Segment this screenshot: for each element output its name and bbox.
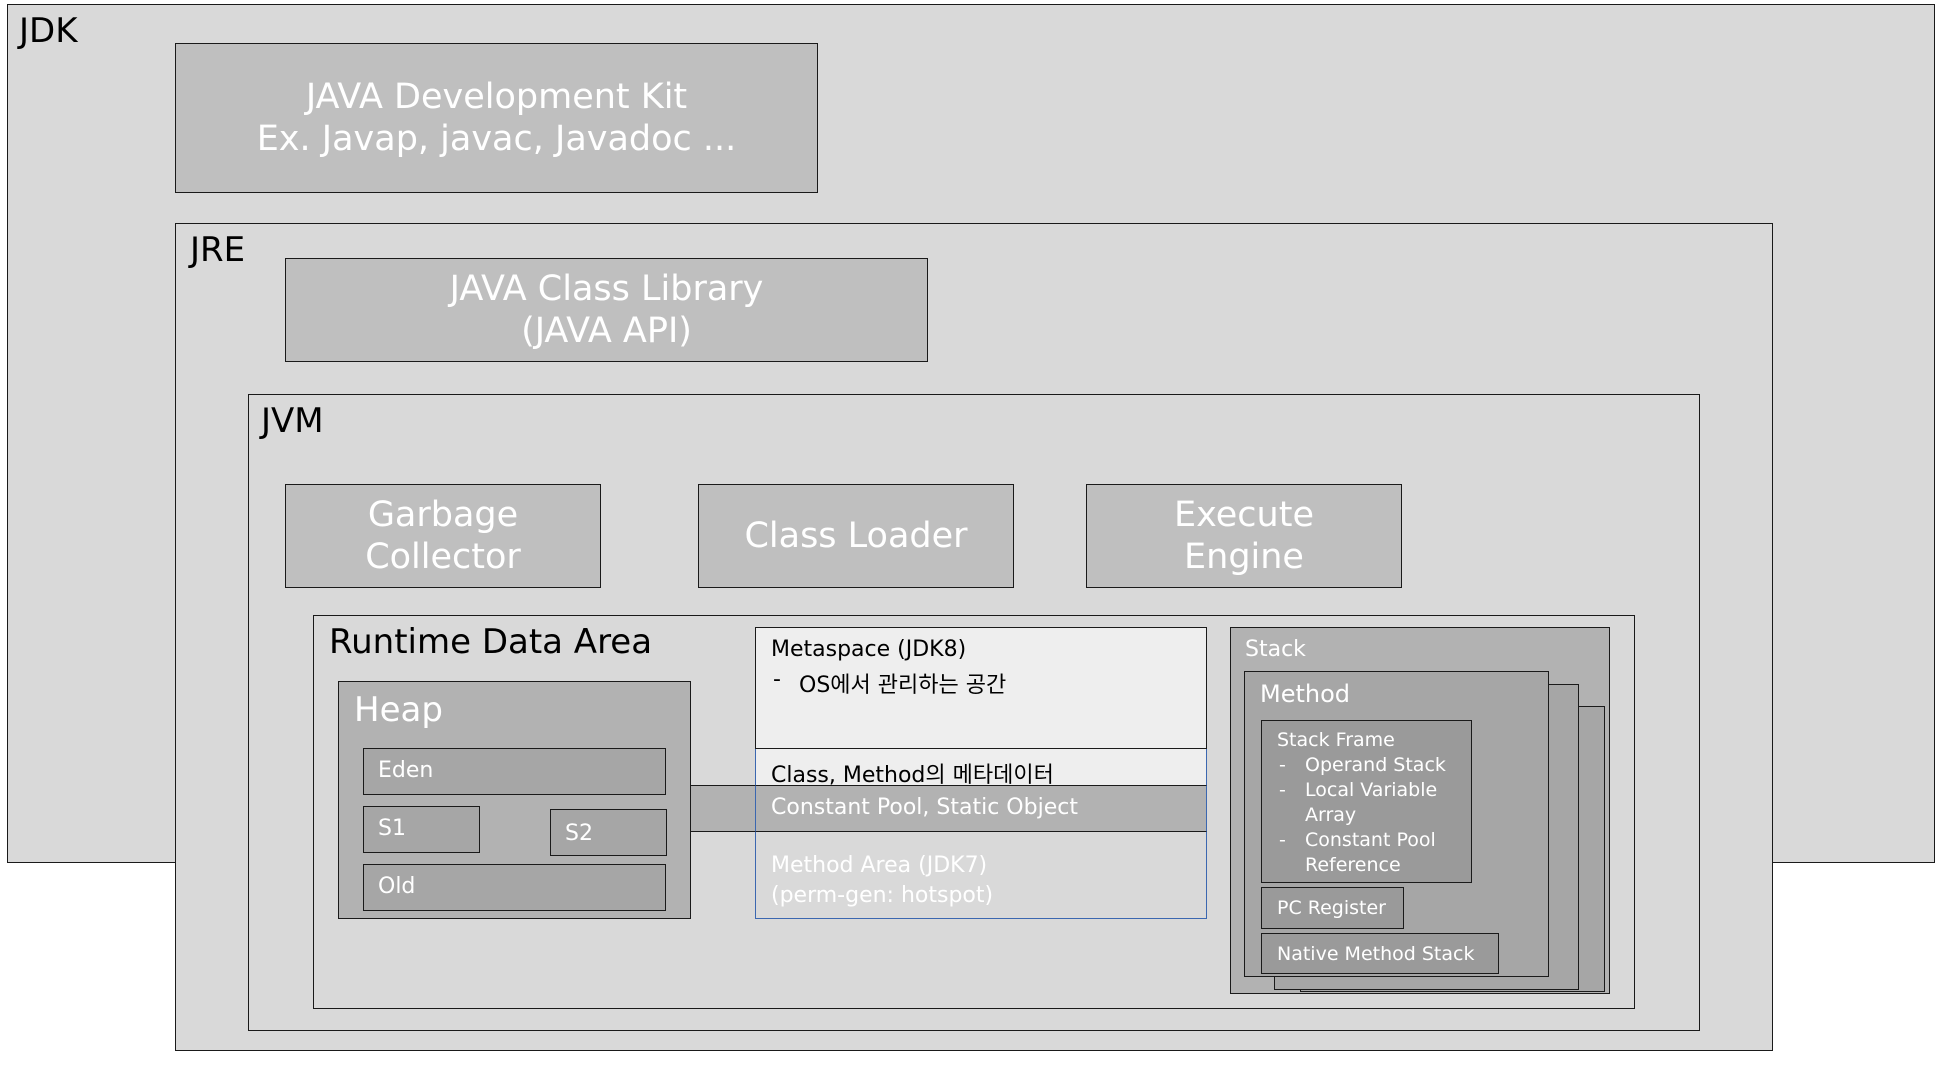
garbage-collector-line1: Garbage xyxy=(367,495,519,535)
constant-pool-row: Constant Pool, Static Object xyxy=(755,785,1207,832)
s1-label: S1 xyxy=(378,816,406,841)
pc-register-label: PC Register xyxy=(1277,897,1386,919)
execute-engine-line2: Engine xyxy=(1184,537,1304,577)
jdk-label: JDK xyxy=(19,11,78,51)
s2-label: S2 xyxy=(565,821,593,846)
stack-frame-box: Stack Frame - Operand Stack - Local Vari… xyxy=(1261,720,1472,883)
dev-kit-title: JAVA Development Kit xyxy=(305,77,688,117)
metaspace-bullet-dash: - xyxy=(773,667,781,692)
metaspace-bullet: OS에서 관리하는 공간 xyxy=(799,673,1007,698)
stack-frame-item-3-line1: Constant Pool xyxy=(1305,829,1436,851)
pc-register-box: PC Register xyxy=(1261,887,1404,929)
stack-frame-item-dash-1: - xyxy=(1279,754,1286,776)
metaspace-box: Metaspace (JDK8) - OS에서 관리하는 공간 xyxy=(755,627,1207,749)
eden-box: Eden xyxy=(363,748,666,795)
execute-engine-box: Execute Engine xyxy=(1086,484,1402,588)
execute-engine-line1: Execute xyxy=(1174,495,1314,535)
native-method-stack-box: Native Method Stack xyxy=(1261,933,1499,974)
old-label: Old xyxy=(378,874,416,899)
stack-frame-item-3-line2: Reference xyxy=(1305,854,1401,876)
java-class-library-box: JAVA Class Library (JAVA API) xyxy=(285,258,928,362)
constant-pool-label: Constant Pool, Static Object xyxy=(771,795,1078,820)
class-method-metadata-row: Class, Method의 메타데이터 xyxy=(755,748,1207,788)
s2-box: S2 xyxy=(550,809,667,856)
class-loader-label: Class Loader xyxy=(744,516,968,556)
runtime-data-area-label: Runtime Data Area xyxy=(329,622,653,662)
metaspace-title: Metaspace (JDK8) xyxy=(771,637,967,662)
method-area-line2: (perm-gen: hotspot) xyxy=(771,883,994,908)
garbage-collector-box: Garbage Collector xyxy=(285,484,601,588)
jre-label: JRE xyxy=(190,230,246,270)
jvm-label: JVM xyxy=(261,401,324,441)
stack-label: Stack xyxy=(1245,637,1306,662)
stack-frame-item-dash-3: - xyxy=(1279,829,1286,851)
java-development-kit-box: JAVA Development Kit Ex. Javap, javac, J… xyxy=(175,43,818,193)
stack-frame-item-1: Operand Stack xyxy=(1305,754,1446,776)
old-box: Old xyxy=(363,864,666,911)
native-method-stack-label: Native Method Stack xyxy=(1277,943,1475,965)
class-library-title: JAVA Class Library xyxy=(449,269,764,309)
eden-label: Eden xyxy=(378,758,434,783)
heap-label: Heap xyxy=(354,690,443,730)
stack-frame-item-2-line2: Array xyxy=(1305,804,1357,826)
garbage-collector-line2: Collector xyxy=(365,537,521,577)
stack-frame-title: Stack Frame xyxy=(1277,729,1395,751)
constant-pool-connector xyxy=(690,785,760,832)
method-label: Method xyxy=(1260,680,1351,708)
dev-kit-examples: Ex. Javap, javac, Javadoc ... xyxy=(256,119,737,159)
stack-frame-item-dash-2: - xyxy=(1279,779,1286,801)
class-loader-box: Class Loader xyxy=(698,484,1014,588)
s1-box: S1 xyxy=(363,806,480,853)
class-library-subtitle: (JAVA API) xyxy=(521,311,692,351)
method-area-line1: Method Area (JDK7) xyxy=(771,853,988,878)
stack-frame-item-2-line1: Local Variable xyxy=(1305,779,1438,801)
